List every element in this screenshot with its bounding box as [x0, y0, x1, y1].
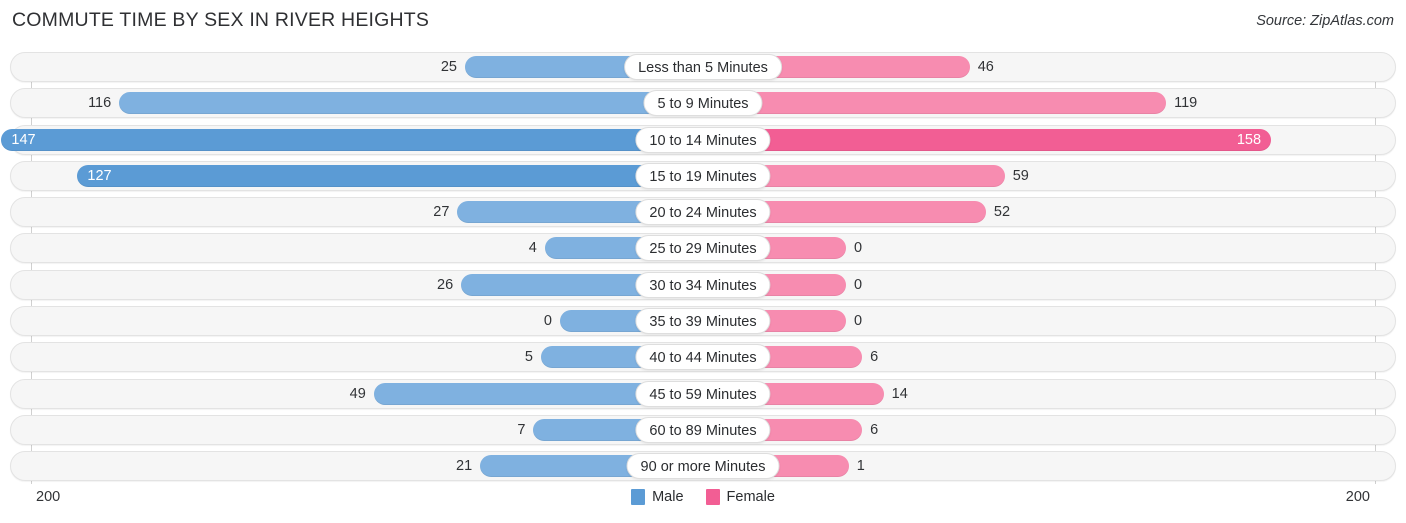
- value-label-female: 0: [854, 313, 863, 330]
- bar-male[interactable]: [1, 128, 703, 151]
- category-label: 45 to 59 Minutes: [635, 380, 771, 407]
- bar-row: 49 14 45 to 59 Minutes: [0, 378, 1406, 409]
- value-label-female: 52: [993, 204, 1011, 221]
- category-label: 10 to 14 Minutes: [635, 126, 771, 153]
- bar-row: 4 0 25 to 29 Minutes: [0, 233, 1406, 264]
- bar-female[interactable]: [703, 92, 1167, 115]
- bar-row: 27 52 20 to 24 Minutes: [0, 197, 1406, 228]
- value-label-male: 27: [433, 204, 450, 221]
- category-label: 20 to 24 Minutes: [635, 199, 771, 226]
- value-label-female: 14: [891, 385, 908, 402]
- value-label-female: 0: [854, 240, 863, 257]
- category-label: Less than 5 Minutes: [624, 54, 782, 80]
- category-label: 25 to 29 Minutes: [635, 235, 771, 262]
- value-label-male: 49: [349, 385, 366, 402]
- value-label-male: 116: [88, 95, 112, 112]
- bar-row: 21 1 90 or more Minutes: [0, 451, 1406, 482]
- bar-row: 25 46 Less than 5 Minutes: [0, 52, 1406, 82]
- plot-area: 25 46 Less than 5 Minutes 116 119 5 to 9 Minu…: [0, 52, 1406, 484]
- value-label-female: 0: [854, 276, 863, 293]
- bar-row: 5 6 40 to 44 Minutes: [0, 342, 1406, 373]
- bar-row: 0 0 35 to 39 Minutes: [0, 306, 1406, 337]
- value-label-male: 7: [517, 421, 526, 438]
- bar-male[interactable]: [77, 164, 703, 187]
- bar-female[interactable]: [703, 128, 1272, 151]
- bar-row: 116 119 5 to 9 Minutes: [0, 88, 1406, 119]
- value-label-male: 25: [440, 59, 457, 75]
- legend-swatch-icon: [705, 489, 720, 505]
- legend-label: Female: [726, 489, 775, 505]
- value-label-male: 127: [87, 167, 112, 184]
- legend-swatch-icon: [631, 489, 646, 505]
- value-label-female: 6: [870, 421, 879, 438]
- bar-row: 147 158 10 to 14 Minutes: [0, 124, 1406, 155]
- category-label: 90 or more Minutes: [626, 453, 780, 480]
- chart-container: COMMUTE TIME BY SEX IN RIVER HEIGHTS Sou…: [0, 0, 1406, 523]
- source-attribution: Source: ZipAtlas.com: [1256, 13, 1394, 29]
- value-label-female: 158: [1236, 131, 1262, 148]
- bar-row: 7 6 60 to 89 Minutes: [0, 414, 1406, 445]
- bar-row: 26 0 30 to 34 Minutes: [0, 269, 1406, 300]
- category-label: 15 to 19 Minutes: [635, 162, 771, 189]
- category-label: 40 to 44 Minutes: [635, 344, 771, 371]
- legend: Male Female: [0, 489, 1406, 505]
- chart-footer: 200 200 Male Female: [0, 484, 1406, 523]
- page-title: COMMUTE TIME BY SEX IN RIVER HEIGHTS: [12, 9, 430, 31]
- category-label: 5 to 9 Minutes: [643, 90, 763, 117]
- bar-row: 127 59 15 to 19 Minutes: [0, 160, 1406, 191]
- legend-item[interactable]: Male: [631, 489, 684, 505]
- category-label: 35 to 39 Minutes: [635, 308, 771, 335]
- value-label-male: 21: [456, 458, 473, 475]
- legend-label: Male: [652, 489, 684, 505]
- value-label-male: 26: [437, 276, 454, 293]
- value-label-male: 5: [524, 349, 533, 366]
- value-label-female: 1: [856, 458, 865, 475]
- bar-rows: 25 46 Less than 5 Minutes 116 119 5 to 9 Minu…: [0, 52, 1406, 488]
- value-label-female: 59: [1012, 167, 1029, 184]
- value-label-female: 46: [977, 59, 994, 75]
- value-label-female: 119: [1174, 95, 1198, 112]
- category-label: 60 to 89 Minutes: [635, 416, 771, 443]
- category-label: 30 to 34 Minutes: [635, 271, 771, 298]
- value-label-male: 4: [528, 240, 537, 257]
- value-label-female: 6: [870, 349, 879, 366]
- value-label-male: 147: [11, 131, 36, 148]
- legend-item[interactable]: Female: [705, 489, 775, 505]
- bar-male[interactable]: [119, 92, 703, 115]
- value-label-male: 0: [543, 313, 552, 330]
